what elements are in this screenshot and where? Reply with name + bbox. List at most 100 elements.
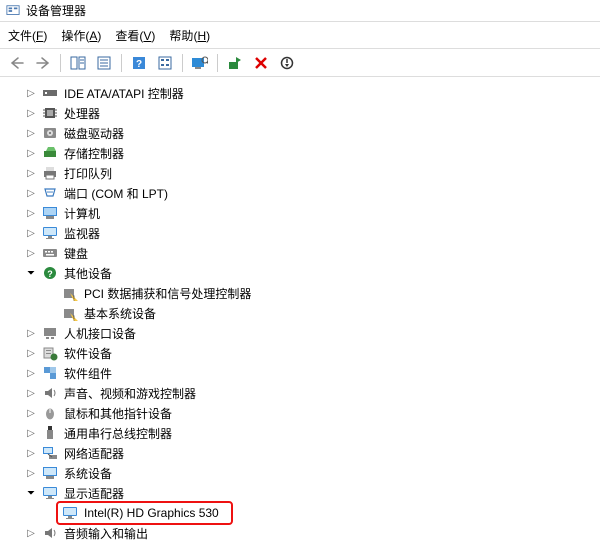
tree-node-label: 软件组件 <box>62 364 114 383</box>
details-button[interactable] <box>154 52 176 74</box>
tree-node-computer[interactable]: ▷ 计算机 <box>4 203 596 223</box>
expander-collapsed-icon[interactable]: ▷ <box>24 326 38 340</box>
tree-node-label: 处理器 <box>62 104 102 123</box>
tree-node-cpu[interactable]: ▷ 处理器 <box>4 103 596 123</box>
menu-view[interactable]: 查看(V) <box>115 27 155 44</box>
tree-node-net[interactable]: ▷ 网络适配器 <box>4 443 596 463</box>
disable-button[interactable] <box>276 52 298 74</box>
expander-collapsed-icon[interactable]: ▷ <box>24 186 38 200</box>
tree-node-swcomp[interactable]: ▷ 软件组件 <box>4 363 596 383</box>
tree-node-label: Intel(R) HD Graphics 530 <box>82 505 221 521</box>
show-hide-button[interactable] <box>67 52 89 74</box>
help-button[interactable]: ? <box>128 52 150 74</box>
expander-collapsed-icon[interactable]: ▷ <box>24 466 38 480</box>
tree-node-label: 系统设备 <box>62 464 114 483</box>
expander-collapsed-icon[interactable]: ▷ <box>24 526 38 540</box>
tree-node-storage[interactable]: ▷ 存储控制器 <box>4 143 596 163</box>
tree-node-disk[interactable]: ▷ 磁盘驱动器 <box>4 123 596 143</box>
toolbar-separator <box>60 54 61 72</box>
audio-io-icon <box>42 525 58 541</box>
usb-icon <box>42 425 58 441</box>
software-devices-icon <box>42 345 58 361</box>
tree-node-label: PCI 数据捕获和信号处理控制器 <box>82 284 253 303</box>
properties-button[interactable] <box>93 52 115 74</box>
software-components-icon <box>42 365 58 381</box>
expander-collapsed-icon[interactable]: ▷ <box>24 226 38 240</box>
expander-collapsed-icon[interactable]: ▷ <box>24 106 38 120</box>
update-driver-button[interactable] <box>224 52 246 74</box>
display-adapter-icon <box>42 485 58 501</box>
scan-button[interactable] <box>189 52 211 74</box>
tree-node-label: IDE ATA/ATAPI 控制器 <box>62 84 186 103</box>
menu-file[interactable]: 文件(F) <box>8 27 47 44</box>
menubar: 文件(F) 操作(A) 查看(V) 帮助(H) <box>0 22 600 49</box>
ide-icon <box>42 85 58 101</box>
tree-node-keyboard[interactable]: ▷ 键盘 <box>4 243 596 263</box>
tree-node-label: 打印队列 <box>62 164 114 183</box>
expander-collapsed-icon[interactable]: ▷ <box>24 446 38 460</box>
tree-node-label: 鼠标和其他指针设备 <box>62 404 174 423</box>
tree-node-ports[interactable]: ▷ 端口 (COM 和 LPT) <box>4 183 596 203</box>
tree-node-label: 其他设备 <box>62 264 114 283</box>
tree-node-audioio[interactable]: ▷ 音频输入和输出 <box>4 523 596 543</box>
monitor-icon <box>42 225 58 241</box>
tree-node-label: 声音、视频和游戏控制器 <box>62 384 198 403</box>
expander-collapsed-icon[interactable]: ▷ <box>24 126 38 140</box>
tree-node-display-intel[interactable]: ▷ Intel(R) HD Graphics 530 <box>4 503 596 523</box>
expander-collapsed-icon[interactable]: ▷ <box>24 146 38 160</box>
tree-node-label: 磁盘驱动器 <box>62 124 126 143</box>
expander-collapsed-icon[interactable]: ▷ <box>24 246 38 260</box>
svg-text:?: ? <box>136 59 142 70</box>
menu-help[interactable]: 帮助(H) <box>169 27 210 44</box>
toolbar-separator <box>182 54 183 72</box>
tree-node-display[interactable]: ⏷ 显示适配器 <box>4 483 596 503</box>
tree-node-hid[interactable]: ▷ 人机接口设备 <box>4 323 596 343</box>
expander-expanded-icon[interactable]: ⏷ <box>24 266 38 280</box>
expander-collapsed-icon[interactable]: ▷ <box>24 86 38 100</box>
expander-collapsed-icon[interactable]: ▷ <box>24 166 38 180</box>
toolbar-separator <box>121 54 122 72</box>
tree-node-audio[interactable]: ▷ 声音、视频和游戏控制器 <box>4 383 596 403</box>
expander-collapsed-icon[interactable]: ▷ <box>24 206 38 220</box>
device-tree[interactable]: ▷ IDE ATA/ATAPI 控制器 ▷ 处理器 ▷ 磁盘驱动器 ▷ 存储控制… <box>0 77 600 550</box>
tree-node-other[interactable]: ⏷ ? 其他设备 <box>4 263 596 283</box>
other-devices-icon: ? <box>42 265 58 281</box>
uninstall-button[interactable] <box>250 52 272 74</box>
display-adapter-icon <box>62 505 78 521</box>
keyboard-icon <box>42 245 58 261</box>
nav-forward-button[interactable] <box>32 52 54 74</box>
storage-icon <box>42 145 58 161</box>
toolbar-separator <box>217 54 218 72</box>
nav-back-button[interactable] <box>6 52 28 74</box>
tree-node-swdev[interactable]: ▷ 软件设备 <box>4 343 596 363</box>
expander-collapsed-icon[interactable]: ▷ <box>24 386 38 400</box>
printer-icon <box>42 165 58 181</box>
cpu-icon <box>42 105 58 121</box>
tree-node-label: 软件设备 <box>62 344 114 363</box>
tree-node-other-pci[interactable]: ▷ ! PCI 数据捕获和信号处理控制器 <box>4 283 596 303</box>
tree-node-mouse[interactable]: ▷ 鼠标和其他指针设备 <box>4 403 596 423</box>
menu-action[interactable]: 操作(A) <box>61 27 101 44</box>
expander-collapsed-icon[interactable]: ▷ <box>24 366 38 380</box>
tree-node-printq[interactable]: ▷ 打印队列 <box>4 163 596 183</box>
tree-node-sysdev[interactable]: ▷ 系统设备 <box>4 463 596 483</box>
expander-collapsed-icon[interactable]: ▷ <box>24 426 38 440</box>
warning-device-icon: ! <box>62 285 78 301</box>
tree-node-monitor[interactable]: ▷ 监视器 <box>4 223 596 243</box>
expander-collapsed-icon[interactable]: ▷ <box>24 346 38 360</box>
tree-node-ide[interactable]: ▷ IDE ATA/ATAPI 控制器 <box>4 83 596 103</box>
tree-node-label: 显示适配器 <box>62 484 126 503</box>
tree-node-other-base[interactable]: ▷ ! 基本系统设备 <box>4 303 596 323</box>
tree-node-label: 音频输入和输出 <box>62 524 150 543</box>
toolbar: ? <box>0 49 600 77</box>
svg-text:!: ! <box>73 296 75 302</box>
expander-expanded-icon[interactable]: ⏷ <box>24 486 38 500</box>
tree-node-label: 网络适配器 <box>62 444 126 463</box>
expander-collapsed-icon[interactable]: ▷ <box>24 406 38 420</box>
tree-node-label: 端口 (COM 和 LPT) <box>62 184 170 203</box>
tree-node-usb[interactable]: ▷ 通用串行总线控制器 <box>4 423 596 443</box>
warning-device-icon: ! <box>62 305 78 321</box>
system-devices-icon <box>42 465 58 481</box>
disk-icon <box>42 125 58 141</box>
tree-node-label: 计算机 <box>62 204 102 223</box>
